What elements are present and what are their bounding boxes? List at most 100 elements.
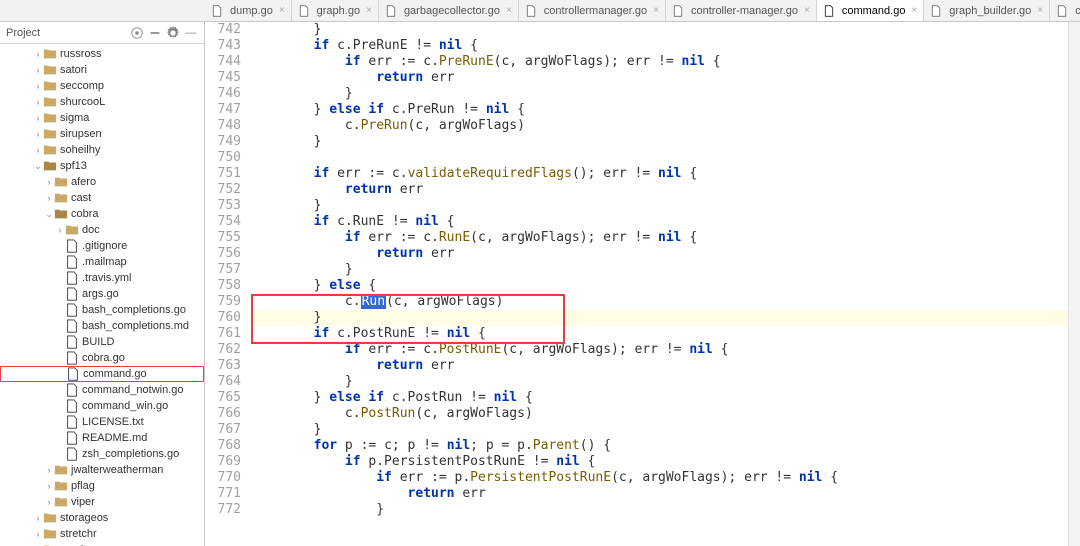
code-line[interactable]: } bbox=[251, 86, 1080, 102]
code-editor[interactable]: 7427437447457467477487497507517527537547… bbox=[205, 22, 1080, 546]
code-line[interactable] bbox=[251, 150, 1080, 166]
code-line[interactable]: if c.RunE != nil { bbox=[251, 214, 1080, 230]
code-line[interactable]: } bbox=[251, 198, 1080, 214]
close-icon[interactable]: × bbox=[911, 5, 917, 16]
code-line[interactable]: } bbox=[251, 262, 1080, 278]
tree-item-seccomp[interactable]: ›seccomp bbox=[0, 78, 204, 94]
expand-arrow-icon[interactable]: › bbox=[33, 513, 43, 523]
code-line[interactable]: } bbox=[251, 374, 1080, 390]
code-line[interactable]: } bbox=[251, 422, 1080, 438]
code-line[interactable]: if err := c.PostRunE(c, argWoFlags); err… bbox=[251, 342, 1080, 358]
tree-item-bash-completions-md[interactable]: bash_completions.md bbox=[0, 318, 204, 334]
tree-item-BUILD[interactable]: BUILD bbox=[0, 334, 204, 350]
tab-graph_builder-go[interactable]: graph_builder.go× bbox=[924, 0, 1050, 22]
expand-arrow-icon[interactable]: › bbox=[33, 129, 43, 139]
tree-item-README-md[interactable]: README.md bbox=[0, 430, 204, 446]
close-icon[interactable]: × bbox=[366, 5, 372, 16]
expand-arrow-icon[interactable]: › bbox=[44, 193, 54, 203]
tree-item-storageos[interactable]: ›storageos bbox=[0, 510, 204, 526]
code-line[interactable]: if c.PreRunE != nil { bbox=[251, 38, 1080, 54]
expand-arrow-icon[interactable]: › bbox=[33, 529, 43, 539]
code-line[interactable]: } bbox=[251, 502, 1080, 518]
code-line[interactable]: } else if c.PostRun != nil { bbox=[251, 390, 1080, 406]
project-tree[interactable]: ›russross›satori›seccomp›shurcooL›sigma›… bbox=[0, 44, 204, 546]
tree-item--gitignore[interactable]: .gitignore bbox=[0, 238, 204, 254]
code-line[interactable]: return err bbox=[251, 246, 1080, 262]
expand-arrow-icon[interactable]: › bbox=[33, 113, 43, 123]
tree-item-spf13[interactable]: ⌄spf13 bbox=[0, 158, 204, 174]
tree-item-shurcooL[interactable]: ›shurcooL bbox=[0, 94, 204, 110]
gear-icon[interactable] bbox=[166, 26, 180, 40]
code-line[interactable]: c.Run(c, argWoFlags) bbox=[251, 294, 1080, 310]
expand-arrow-icon[interactable]: ⌄ bbox=[33, 161, 43, 172]
tree-item-jwalterweatherman[interactable]: ›jwalterweatherman bbox=[0, 462, 204, 478]
tab-controller-manager-go[interactable]: controller-manager.go× bbox=[666, 0, 817, 22]
tree-item-soheilhy[interactable]: ›soheilhy bbox=[0, 142, 204, 158]
tree-item-cobra[interactable]: ⌄cobra bbox=[0, 206, 204, 222]
tab-dump-go[interactable]: dump.go× bbox=[205, 0, 292, 22]
code-line[interactable]: if c.PostRunE != nil { bbox=[251, 326, 1080, 342]
tree-item-LICENSE-txt[interactable]: LICENSE.txt bbox=[0, 414, 204, 430]
tree-item-cobra-go[interactable]: cobra.go bbox=[0, 350, 204, 366]
tree-item-sirupsen[interactable]: ›sirupsen bbox=[0, 126, 204, 142]
tree-item-satori[interactable]: ›satori bbox=[0, 62, 204, 78]
tree-item-stretchr[interactable]: ›stretchr bbox=[0, 526, 204, 542]
code-area[interactable]: } if c.PreRunE != nil { if err := c.PreR… bbox=[251, 22, 1080, 546]
expand-arrow-icon[interactable]: › bbox=[33, 145, 43, 155]
code-line[interactable]: c.PreRun(c, argWoFlags) bbox=[251, 118, 1080, 134]
code-line[interactable]: if err := c.PreRunE(c, argWoFlags); err … bbox=[251, 54, 1080, 70]
expand-arrow-icon[interactable]: › bbox=[33, 81, 43, 91]
tree-item--mailmap[interactable]: .mailmap bbox=[0, 254, 204, 270]
project-tool-window-header[interactable]: Project — bbox=[0, 22, 204, 44]
tree-item-args-go[interactable]: args.go bbox=[0, 286, 204, 302]
code-line[interactable]: return err bbox=[251, 358, 1080, 374]
hide-icon[interactable]: — bbox=[184, 26, 198, 40]
tree-item-command-notwin-go[interactable]: command_notwin.go bbox=[0, 382, 204, 398]
collapse-icon[interactable] bbox=[148, 26, 162, 40]
expand-arrow-icon[interactable]: › bbox=[44, 465, 54, 475]
code-line[interactable]: } else if c.PreRun != nil { bbox=[251, 102, 1080, 118]
code-line[interactable]: if err := c.RunE(c, argWoFlags); err != … bbox=[251, 230, 1080, 246]
tab-garbagecollector-go[interactable]: garbagecollector.go× bbox=[379, 0, 519, 22]
code-line[interactable]: } bbox=[251, 22, 1080, 38]
tree-item-sigma[interactable]: ›sigma bbox=[0, 110, 204, 126]
tree-item-russross[interactable]: ›russross bbox=[0, 46, 204, 62]
tab-graph-go[interactable]: graph.go× bbox=[292, 0, 379, 22]
expand-arrow-icon[interactable]: › bbox=[44, 481, 54, 491]
expand-arrow-icon[interactable]: › bbox=[33, 49, 43, 59]
code-line[interactable]: } bbox=[251, 134, 1080, 150]
tree-item-command-win-go[interactable]: command_win.go bbox=[0, 398, 204, 414]
tree-item-viper[interactable]: ›viper bbox=[0, 494, 204, 510]
code-line[interactable]: return err bbox=[251, 182, 1080, 198]
expand-arrow-icon[interactable]: ⌄ bbox=[44, 209, 54, 220]
expand-arrow-icon[interactable]: › bbox=[33, 65, 43, 75]
code-line[interactable]: } else { bbox=[251, 278, 1080, 294]
expand-arrow-icon[interactable]: › bbox=[33, 97, 43, 107]
tree-item-cast[interactable]: ›cast bbox=[0, 190, 204, 206]
tree-item-syndtr[interactable]: ›syndtr bbox=[0, 542, 204, 546]
tab-command-go[interactable]: command.go× bbox=[817, 0, 924, 22]
expand-arrow-icon[interactable]: › bbox=[44, 497, 54, 507]
tree-item-command-go[interactable]: command.go bbox=[0, 366, 204, 382]
code-line[interactable]: return err bbox=[251, 70, 1080, 86]
close-icon[interactable]: × bbox=[1037, 5, 1043, 16]
tab-controllermanager-go[interactable]: controllermanager.go× bbox=[519, 0, 666, 22]
tree-item-pflag[interactable]: ›pflag bbox=[0, 478, 204, 494]
code-line[interactable]: return err bbox=[251, 486, 1080, 502]
close-icon[interactable]: × bbox=[804, 5, 810, 16]
close-icon[interactable]: × bbox=[279, 5, 285, 16]
close-icon[interactable]: × bbox=[506, 5, 512, 16]
tab-core-go[interactable]: core.go× bbox=[1050, 0, 1080, 22]
target-icon[interactable] bbox=[130, 26, 144, 40]
tree-item-bash-completions-go[interactable]: bash_completions.go bbox=[0, 302, 204, 318]
expand-arrow-icon[interactable]: › bbox=[55, 225, 65, 235]
tree-item-doc[interactable]: ›doc bbox=[0, 222, 204, 238]
code-line[interactable]: if err := c.validateRequiredFlags(); err… bbox=[251, 166, 1080, 182]
code-line[interactable]: if err := p.PersistentPostRunE(c, argWoF… bbox=[251, 470, 1080, 486]
code-line[interactable]: if p.PersistentPostRunE != nil { bbox=[251, 454, 1080, 470]
code-line[interactable]: } bbox=[251, 310, 1080, 326]
editor-scrollbar[interactable] bbox=[1068, 22, 1080, 546]
tree-item-afero[interactable]: ›afero bbox=[0, 174, 204, 190]
code-line[interactable]: for p := c; p != nil; p = p.Parent() { bbox=[251, 438, 1080, 454]
code-line[interactable]: c.PostRun(c, argWoFlags) bbox=[251, 406, 1080, 422]
